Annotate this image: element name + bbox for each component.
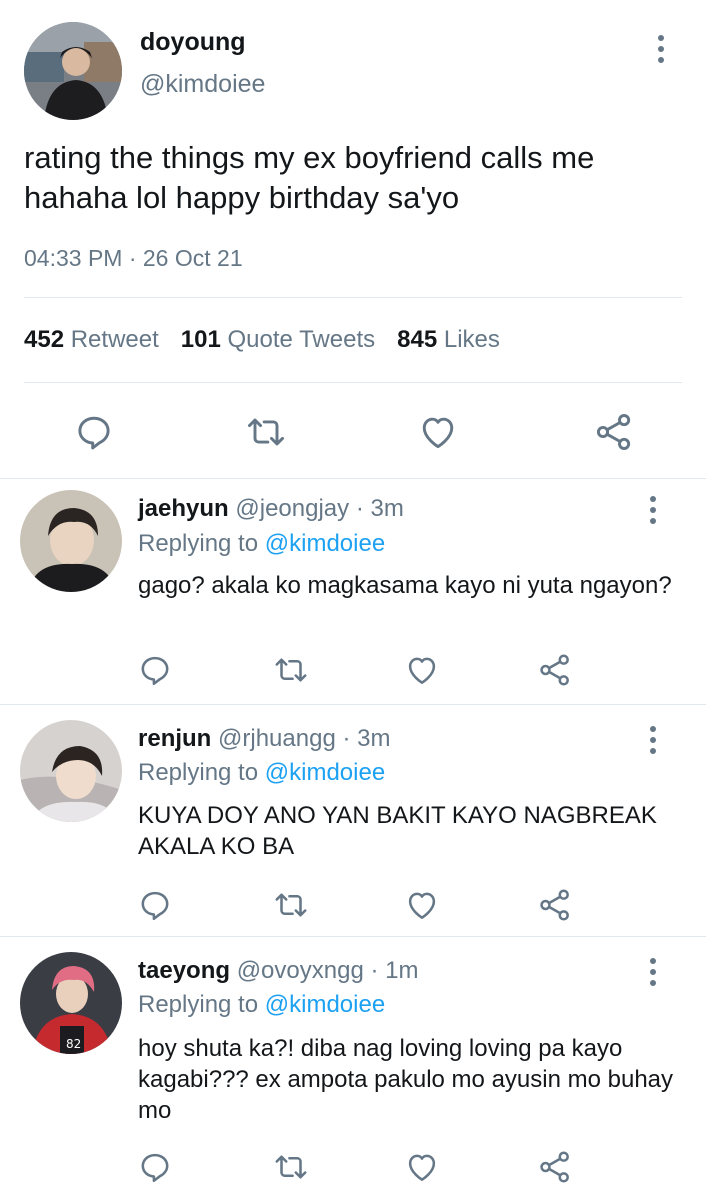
avatar[interactable] — [24, 22, 122, 120]
divider — [24, 382, 682, 383]
like-icon[interactable] — [403, 1148, 441, 1186]
reply-tweet: renjun @rjhuangg · 3m Replying to @kimdo… — [0, 704, 706, 936]
retweets-count: 452 — [24, 326, 65, 353]
reply-text: KUYA DOY ANO YAN BAKIT KAYO NAGBREAK AKA… — [138, 802, 657, 860]
tweet-text: rating the things my ex boyfriend calls … — [24, 140, 595, 215]
retweet-icon[interactable] — [272, 886, 310, 924]
more-icon[interactable] — [646, 495, 660, 525]
replying-label: Replying to — [138, 991, 259, 1018]
replying-to: Replying to @kimdoiee — [138, 991, 385, 1019]
quotes-count: 101 — [180, 326, 221, 353]
reply-text: hoy shuta ka?! diba nag loving loving pa… — [138, 1035, 674, 1124]
user-handle[interactable]: @jeongjay — [235, 495, 349, 522]
avatar[interactable]: 82 — [20, 952, 122, 1054]
reply-text: gago? akala ko magkasama kayo ni yuta ng… — [138, 572, 672, 599]
replying-to: Replying to @kimdoiee — [138, 530, 385, 558]
reply-icon[interactable] — [136, 651, 174, 689]
share-icon[interactable] — [536, 1148, 574, 1186]
user-handle[interactable]: @rjhuangg — [218, 725, 336, 752]
tweet-actions — [0, 410, 706, 454]
like-icon[interactable] — [403, 651, 441, 689]
tweet-timestamp[interactable]: 04:33 PM · 26 Oct 21 — [24, 245, 243, 272]
avatar[interactable] — [20, 720, 122, 822]
retweet-icon[interactable] — [244, 410, 288, 454]
share-icon[interactable] — [536, 651, 574, 689]
tweet-stats: 452 Retweet 101 Quote Tweets 845 Likes — [24, 326, 500, 354]
display-name[interactable]: jaehyun — [138, 495, 229, 522]
reply-actions — [0, 886, 706, 926]
replying-handle[interactable]: @kimdoiee — [265, 759, 385, 786]
user-handle[interactable]: @ovoyxngg — [237, 957, 364, 984]
replying-to: Replying to @kimdoiee — [138, 759, 385, 787]
reply-icon[interactable] — [72, 410, 116, 454]
user-handle[interactable]: @kimdoiee — [140, 70, 265, 99]
reply-icon[interactable] — [136, 886, 174, 924]
display-name[interactable]: taeyong — [138, 957, 230, 984]
likes-count: 845 — [397, 326, 438, 353]
display-name[interactable]: doyoung — [140, 28, 246, 57]
reply-tweet: jaehyun @jeongjay · 3m Replying to @kimd… — [0, 478, 706, 704]
retweets-label: Retweet — [70, 326, 159, 353]
replying-handle[interactable]: @kimdoiee — [265, 530, 385, 557]
reply-header: jaehyun @jeongjay · 3m — [138, 495, 404, 523]
avatar[interactable] — [20, 490, 122, 592]
retweet-icon[interactable] — [272, 1148, 310, 1186]
svg-text:82: 82 — [66, 1037, 81, 1051]
more-icon[interactable] — [646, 725, 660, 755]
likes-label: Likes — [443, 326, 500, 353]
reply-icon[interactable] — [136, 1148, 174, 1186]
more-icon[interactable] — [646, 957, 660, 987]
reply-header: taeyong @ovoyxngg · 1m — [138, 957, 418, 985]
replying-handle[interactable]: @kimdoiee — [265, 991, 385, 1018]
reply-tweet: 82 taeyong @ovoyxngg · 1m Replying to @k… — [0, 936, 706, 1200]
replying-label: Replying to — [138, 759, 259, 786]
retweets-stat[interactable]: 452 Retweet — [24, 326, 159, 353]
share-icon[interactable] — [592, 410, 636, 454]
like-icon[interactable] — [416, 410, 460, 454]
retweet-icon[interactable] — [272, 651, 310, 689]
more-icon[interactable] — [654, 34, 668, 64]
likes-stat[interactable]: 845 Likes — [397, 326, 500, 353]
share-icon[interactable] — [536, 886, 574, 924]
reply-time: · 3m — [342, 725, 391, 752]
quotes-label: Quote Tweets — [227, 326, 376, 353]
quotes-stat[interactable]: 101 Quote Tweets — [181, 326, 375, 353]
main-tweet: doyoung @kimdoiee rating the things my e… — [0, 0, 706, 478]
like-icon[interactable] — [403, 886, 441, 924]
reply-time: · 1m — [370, 957, 419, 984]
display-name[interactable]: renjun — [138, 725, 211, 752]
reply-time: · 3m — [355, 495, 404, 522]
reply-actions — [0, 651, 706, 691]
replying-label: Replying to — [138, 530, 259, 557]
reply-header: renjun @rjhuangg · 3m — [138, 725, 390, 753]
reply-actions — [0, 1148, 706, 1188]
divider — [24, 297, 682, 298]
